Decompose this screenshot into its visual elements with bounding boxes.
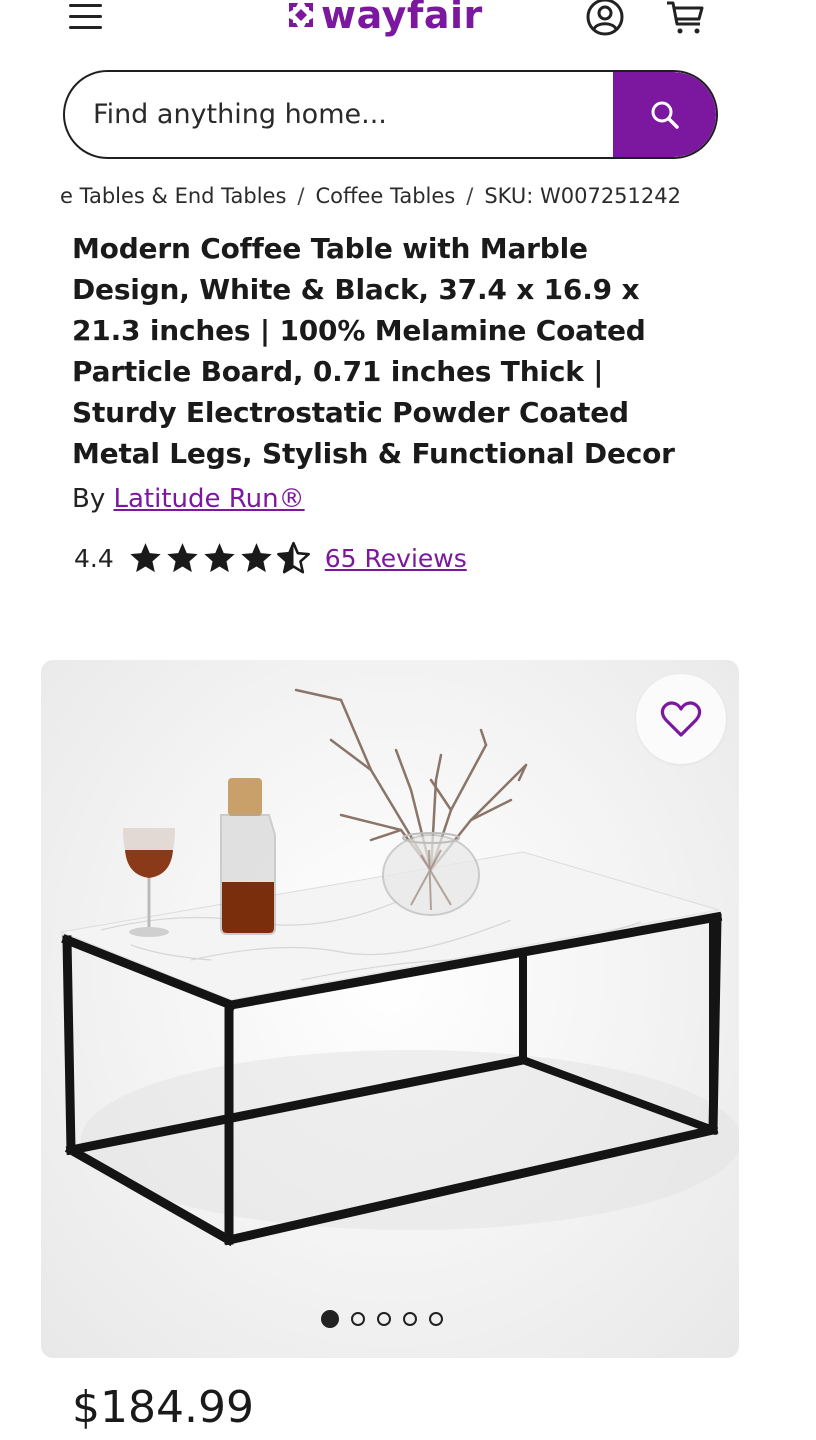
product-price: $184.99 bbox=[72, 1382, 254, 1433]
breadcrumb-separator: / bbox=[466, 184, 474, 208]
rating-stars bbox=[128, 541, 311, 575]
reviews-link[interactable]: 65 Reviews bbox=[325, 544, 467, 573]
carousel-dot[interactable] bbox=[403, 1312, 417, 1326]
favorite-button[interactable] bbox=[636, 674, 726, 764]
brand-prefix: By bbox=[72, 484, 106, 514]
heart-outline-icon bbox=[660, 701, 702, 737]
search-button[interactable] bbox=[613, 72, 716, 157]
wayfair-logo[interactable]: wayfair bbox=[285, 0, 483, 40]
search-icon bbox=[651, 101, 679, 129]
breadcrumb-separator: / bbox=[297, 184, 305, 208]
star-full-icon bbox=[130, 543, 161, 573]
account-icon[interactable] bbox=[585, 0, 625, 38]
hamburger-menu-icon[interactable] bbox=[66, 0, 108, 34]
breadcrumb-sku: SKU: W007251242 bbox=[484, 184, 681, 208]
star-half-icon bbox=[276, 541, 310, 574]
cart-icon[interactable] bbox=[664, 0, 706, 36]
rating-row: 4.4 65 Reviews bbox=[74, 536, 467, 580]
search-input[interactable] bbox=[65, 72, 613, 157]
carousel-dot[interactable] bbox=[429, 1312, 443, 1326]
product-image[interactable] bbox=[41, 660, 739, 1358]
logo-mark-icon bbox=[289, 3, 313, 27]
glass-bottle bbox=[220, 778, 276, 935]
image-carousel-dots bbox=[321, 1310, 443, 1328]
brand-link[interactable]: Latitude Run® bbox=[114, 484, 305, 514]
search-bar bbox=[63, 70, 718, 159]
product-title: Modern Coffee Table with Marble Design, … bbox=[72, 232, 675, 470]
brand-line: By Latitude Run® bbox=[72, 484, 305, 514]
breadcrumb-item-coffee-tables[interactable]: Coffee Tables bbox=[315, 184, 455, 208]
breadcrumb: e Tables & End Tables / Coffee Tables / … bbox=[60, 178, 720, 214]
star-full-icon bbox=[167, 543, 198, 573]
coffee-table-illustration bbox=[59, 688, 739, 1247]
rating-value: 4.4 bbox=[74, 543, 114, 573]
logo-text: wayfair bbox=[321, 0, 483, 37]
breadcrumb-item-end-tables[interactable]: e Tables & End Tables bbox=[60, 184, 286, 208]
star-full-icon bbox=[241, 543, 272, 573]
star-full-icon bbox=[204, 543, 235, 573]
carousel-dot[interactable] bbox=[351, 1312, 365, 1326]
carousel-dot[interactable] bbox=[377, 1312, 391, 1326]
carousel-dot[interactable] bbox=[321, 1310, 339, 1328]
